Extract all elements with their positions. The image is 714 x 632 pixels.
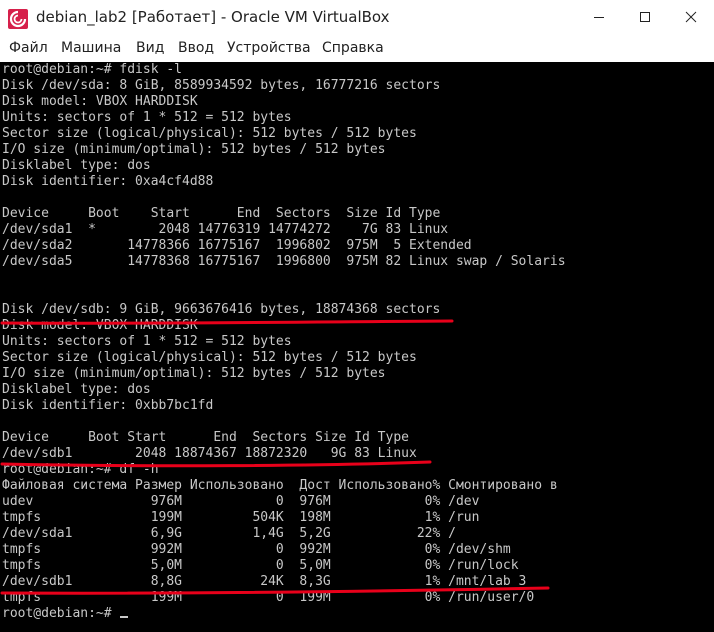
terminal-line: Disk model: VBOX HARDDISK <box>2 94 198 109</box>
terminal-prompt-line[interactable]: root@debian:~# <box>2 606 129 622</box>
terminal-line: Sector size (logical/physical): 512 byte… <box>2 350 417 365</box>
menu-input[interactable]: Ввод <box>178 40 214 56</box>
terminal-line: Units: sectors of 1 * 512 = 512 bytes <box>2 110 292 125</box>
maximize-button[interactable] <box>622 0 668 34</box>
terminal-prompt: root@debian:~# <box>2 606 120 621</box>
terminal-line: Disk model: VBOX HARDDISK <box>2 318 198 333</box>
terminal-line: Sector size (logical/physical): 512 byte… <box>2 126 417 141</box>
close-button[interactable] <box>668 0 714 34</box>
menu-file[interactable]: Файл <box>9 40 48 56</box>
window-titlebar[interactable]: debian_lab2 [Работает] - Oracle VM Virtu… <box>0 0 714 38</box>
terminal-line: tmpfs 5,0M 0 5,0M 0% /run/lock <box>2 558 519 573</box>
window-title: debian_lab2 [Работает] - Oracle VM Virtu… <box>36 8 390 26</box>
menu-view[interactable]: Вид <box>136 40 164 56</box>
terminal-line: I/O size (minimum/optimal): 512 bytes / … <box>2 366 386 381</box>
terminal-line: Disklabel type: dos <box>2 382 151 397</box>
terminal-line: I/O size (minimum/optimal): 512 bytes / … <box>2 142 386 157</box>
terminal-line: tmpfs 199M 504K 198M 1% /run <box>2 510 480 525</box>
terminal-line: Disk /dev/sdb: 9 GiB, 9663676416 bytes, … <box>2 302 441 317</box>
terminal-line: Units: sectors of 1 * 512 = 512 bytes <box>2 334 292 349</box>
terminal-line: Disk /dev/sda: 8 GiB, 8589934592 bytes, … <box>2 78 441 93</box>
terminal-line: /dev/sda2 14778366 16775167 1996802 975M… <box>2 238 472 253</box>
terminal-line: /dev/sda1 * 2048 14776319 14774272 7G 83… <box>2 222 449 237</box>
terminal-line: tmpfs 992M 0 992M 0% /dev/shm <box>2 542 511 557</box>
terminal-line: Disklabel type: dos <box>2 158 151 173</box>
terminal-line: Disk identifier: 0xbb7bc1fd <box>2 398 214 413</box>
close-icon <box>685 11 697 23</box>
menu-devices[interactable]: Устройства <box>227 40 311 56</box>
terminal-line: root@debian:~# df -h <box>2 462 159 477</box>
terminal-line: /dev/sda5 14778368 16775167 1996800 975M… <box>2 254 566 269</box>
terminal-line: /dev/sdb1 8,8G 24K 8,3G 1% /mnt/lab_3 <box>2 574 527 589</box>
text-cursor <box>120 616 129 618</box>
terminal-line: udev 976M 0 976M 0% /dev <box>2 494 480 509</box>
menu-bar: Файл Машина Вид Ввод Устройства Справка <box>0 38 714 62</box>
vm-console-screen[interactable]: root@debian:~# fdisk -l Disk /dev/sda: 8… <box>0 62 714 632</box>
terminal-line: tmpfs 199M 0 199M 0% /run/user/0 <box>2 590 535 605</box>
terminal-line: /dev/sdb1 2048 18874367 18872320 9G 83 L… <box>2 446 417 461</box>
terminal-line: root@debian:~# fdisk -l <box>2 62 183 77</box>
menu-help[interactable]: Справка <box>322 40 384 56</box>
terminal-line: Device Boot Start End Sectors Size Id Ty… <box>2 430 409 445</box>
terminal-line: Disk identifier: 0xa4cf4d88 <box>2 174 214 189</box>
terminal-line: Файловая система Размер Использовано Дос… <box>2 478 558 493</box>
maximize-icon <box>640 12 650 22</box>
virtualbox-app-icon <box>8 9 28 29</box>
minimize-icon <box>594 17 604 18</box>
terminal-line: /dev/sda1 6,9G 1,4G 5,2G 22% / <box>2 526 456 541</box>
menu-machine[interactable]: Машина <box>61 40 121 56</box>
terminal-line: Device Boot Start End Sectors Size Id Ty… <box>2 206 441 221</box>
minimize-button[interactable] <box>576 0 622 34</box>
